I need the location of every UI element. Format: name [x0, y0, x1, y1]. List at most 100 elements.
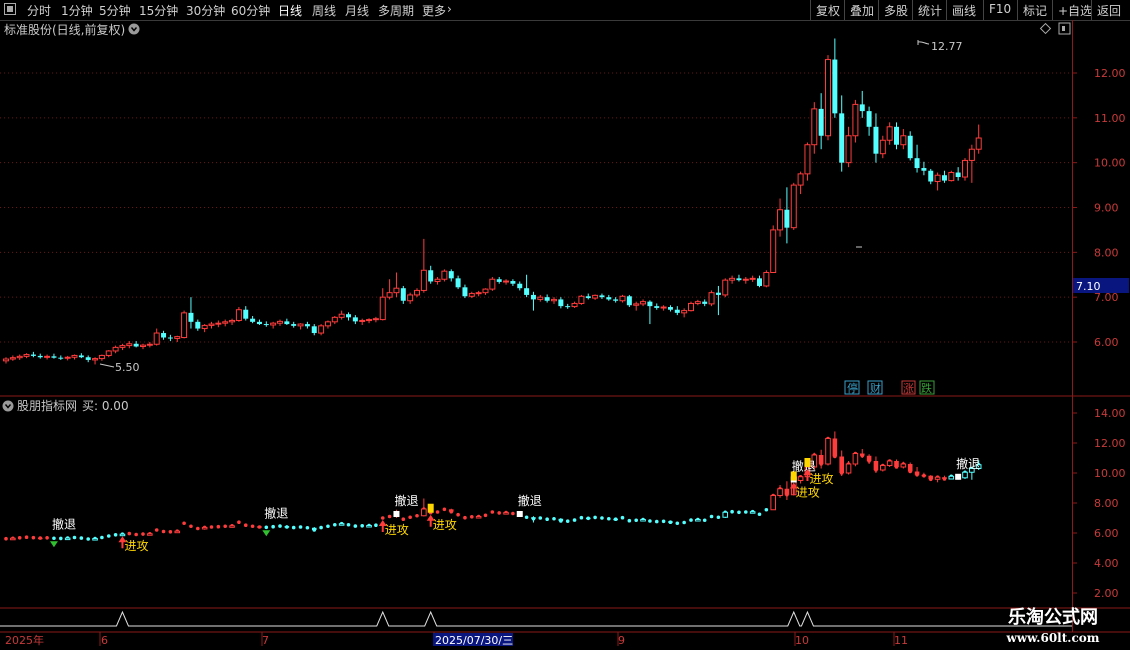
- candle-body: [489, 278, 496, 290]
- indicator-dot: [435, 510, 440, 514]
- indicator-candle-body: [722, 511, 729, 518]
- candle-body: [660, 306, 667, 309]
- indicator-candle-body: [119, 533, 126, 537]
- candle-body: [386, 292, 393, 298]
- indicator-buy-value: 买: 0.00: [82, 399, 129, 413]
- period-tab[interactable]: 30分钟: [186, 2, 225, 19]
- toolbar-button[interactable]: 标记: [1017, 0, 1052, 20]
- indicator-candle-body: [475, 516, 482, 519]
- candle-body: [71, 354, 78, 358]
- indicator-dot: [168, 530, 173, 534]
- candle-body: [434, 278, 441, 282]
- indicator-dot: [648, 519, 652, 523]
- candle-body: [797, 173, 804, 186]
- indicator-dot: [243, 523, 248, 527]
- candle-body: [318, 325, 325, 334]
- indicator-dot: [127, 531, 132, 536]
- candle-body: [510, 281, 516, 284]
- toolbar-button[interactable]: 返回: [1091, 0, 1130, 20]
- down-arrow-icon: [262, 530, 271, 537]
- toolbar-button[interactable]: 叠加: [844, 0, 878, 20]
- indicator-dot: [209, 525, 214, 529]
- main-panel-title: 标准股份(日线,前复权): [4, 22, 125, 37]
- price-axis-label: 7.00: [1094, 291, 1119, 304]
- candle-body: [770, 229, 777, 274]
- candle-body: [44, 355, 51, 358]
- main-panel-menu-icon[interactable]: [128, 23, 140, 35]
- down-arrow-icon: [49, 541, 58, 548]
- period-tab[interactable]: 60分钟: [231, 2, 270, 19]
- candle-body: [250, 318, 256, 322]
- candle-body: [784, 209, 790, 228]
- period-tab[interactable]: 月线: [345, 2, 369, 19]
- indicator-candle-body: [852, 453, 859, 465]
- indicator-dot: [31, 535, 36, 540]
- time-label-year: 2025年: [5, 633, 44, 647]
- window-menu-icon[interactable]: [4, 3, 16, 15]
- candle-body: [524, 288, 530, 295]
- candle-body: [140, 344, 146, 347]
- time-axis: 2025年 6 7 2025/07/30/三 9 10 11: [5, 633, 908, 647]
- kline-chart[interactable]: 12.00 11.00 10.00 9.00 8.00 7.00 6.00 14.00 12.…: [0, 20, 1130, 650]
- candle-body: [112, 346, 119, 352]
- candle-body: [105, 350, 112, 356]
- period-tab[interactable]: 1分钟: [61, 2, 93, 19]
- indicator-candle-body: [640, 519, 646, 522]
- indicator-dot: [360, 524, 365, 528]
- candle-body: [866, 111, 872, 127]
- indicator-panel-menu-icon[interactable]: [2, 400, 14, 412]
- toolbar-button[interactable]: 统计: [912, 0, 946, 20]
- indicator-dot: [744, 510, 748, 514]
- time-label-nov: 11: [894, 634, 908, 647]
- candle-body: [9, 357, 16, 360]
- candle-body: [23, 354, 30, 357]
- candle-body: [839, 113, 845, 163]
- candle-body: [818, 108, 824, 136]
- toolbar-button[interactable]: 复权: [810, 0, 844, 20]
- candle-body: [208, 323, 215, 326]
- indicator-dot: [4, 536, 8, 541]
- indicator-dot: [387, 514, 392, 519]
- candle-body: [126, 343, 133, 347]
- period-tab[interactable]: 周线: [312, 2, 336, 19]
- toolbar-button[interactable]: 多股: [878, 0, 912, 20]
- indicator-dot: [353, 524, 358, 528]
- candle-body: [379, 296, 386, 321]
- indicator-dot: [552, 516, 556, 521]
- toolbar-button[interactable]: F10: [983, 0, 1017, 20]
- candle-body: [133, 343, 139, 347]
- retreat-signal-label: 撤退: [956, 456, 980, 471]
- indicator-candle-body: [832, 438, 838, 457]
- event-icon-up-text: 涨: [903, 382, 914, 395]
- period-tab[interactable]: 15分钟: [139, 2, 178, 19]
- candle-body: [722, 279, 729, 296]
- diamond-icon[interactable]: [1039, 22, 1052, 35]
- candle-body: [804, 144, 811, 175]
- indicator-dot: [182, 521, 186, 526]
- candle-body: [879, 139, 886, 155]
- indicator-candle-body: [284, 526, 290, 528]
- candle-body: [420, 269, 427, 291]
- indicator-dot: [511, 511, 515, 516]
- toolbar-button[interactable]: +自选: [1052, 0, 1092, 20]
- toolbar-button[interactable]: 画线: [946, 0, 983, 20]
- period-tab[interactable]: 5分钟: [99, 2, 131, 19]
- candle-body: [85, 357, 91, 360]
- indicator-axis-label: 14.00: [1094, 407, 1126, 420]
- candle-body: [372, 318, 379, 321]
- candle-body: [167, 337, 173, 339]
- event-icon-down-text: 跌: [921, 381, 932, 395]
- period-tab[interactable]: 日线: [278, 2, 302, 19]
- chevron-right-icon[interactable]: ›: [447, 2, 452, 16]
- period-tab[interactable]: 更多: [422, 2, 446, 19]
- candle-body: [599, 295, 605, 298]
- candle-body: [359, 319, 366, 322]
- indicator-candle-body: [749, 511, 756, 514]
- candle-body: [688, 302, 694, 312]
- indicator-dot: [490, 510, 495, 514]
- period-tab[interactable]: 分时: [27, 2, 51, 19]
- indicator-dot: [271, 524, 275, 529]
- period-tab[interactable]: 多周期: [378, 2, 414, 19]
- candle-body: [428, 270, 434, 282]
- indicator-axis-label: 10.00: [1094, 467, 1126, 480]
